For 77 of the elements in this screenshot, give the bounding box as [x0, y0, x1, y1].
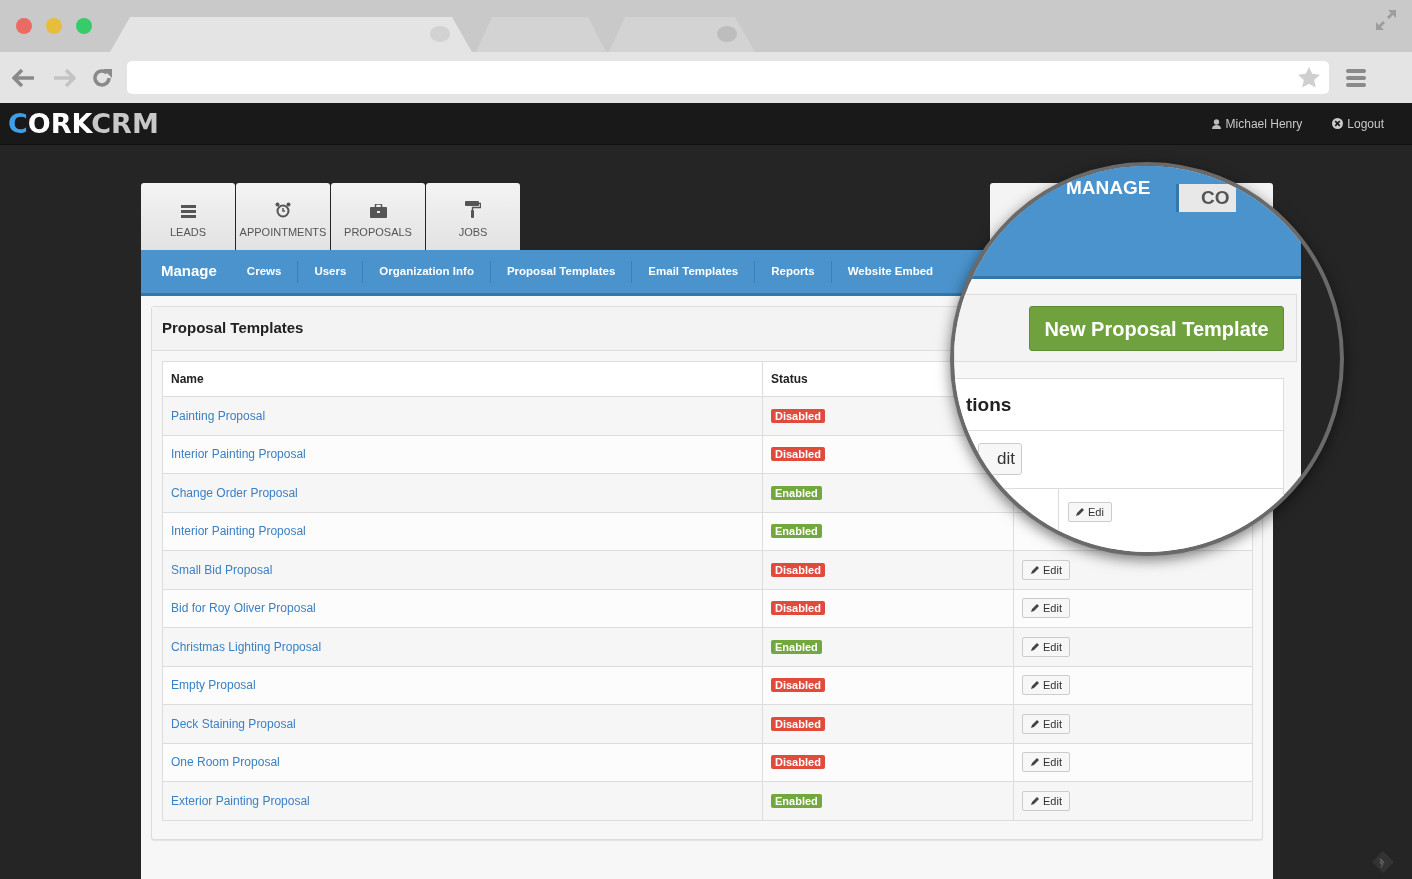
menu-icon[interactable] [1346, 68, 1366, 87]
logout-link[interactable]: Logout [1347, 114, 1384, 133]
template-link[interactable]: Small Bid Proposal [171, 562, 273, 577]
status-label: Enabled [771, 524, 822, 539]
app-tab[interactable]: APPOINTMENTS [236, 183, 330, 250]
subnav-title: Manage [161, 261, 217, 282]
subnav-link[interactable]: Website Embed [831, 262, 950, 281]
browser-tab[interactable] [110, 17, 472, 52]
template-link[interactable]: Interior Painting Proposal [171, 447, 306, 462]
edit-button[interactable]: Edit [1022, 559, 1070, 580]
briefcase-icon [369, 203, 387, 218]
browser-tab[interactable] [609, 17, 755, 52]
template-link[interactable]: Christmas Lighting Proposal [171, 639, 322, 654]
status-label: Disabled [771, 601, 825, 616]
pencil-icon [1030, 603, 1040, 614]
pencil-icon [1030, 680, 1040, 691]
edit-button[interactable]: dit [978, 443, 1022, 475]
edit-button[interactable]: Edi [1068, 502, 1112, 522]
subnav-link[interactable]: Reports [755, 262, 831, 281]
subnav-link[interactable]: Organization Info [363, 262, 490, 281]
template-link[interactable]: Change Order Proposal [171, 485, 298, 500]
app-tab[interactable]: PROPOSALS [331, 183, 425, 250]
close-circle-icon [1332, 118, 1344, 129]
browser-tab[interactable] [476, 17, 606, 52]
star-icon[interactable] [1298, 67, 1320, 88]
back-icon[interactable] [12, 67, 36, 88]
feedback-icon[interactable] [1371, 850, 1395, 874]
app-tab[interactable]: JOBS [426, 183, 520, 250]
new-template-button[interactable]: New Proposal Template [1029, 306, 1284, 351]
pencil-icon [1030, 795, 1040, 806]
list-icon [180, 204, 196, 218]
pencil-icon [1030, 757, 1040, 768]
user-icon [1211, 118, 1221, 129]
template-link[interactable]: Painting Proposal [171, 408, 266, 423]
status-label: Disabled [771, 562, 825, 577]
template-link[interactable]: Exterior Painting Proposal [171, 793, 310, 808]
user-link[interactable]: Michael Henry [1225, 114, 1303, 133]
close-window-icon[interactable] [16, 18, 32, 34]
app-tab[interactable]: LEADS [141, 183, 235, 250]
template-link[interactable]: Empty Proposal [171, 678, 256, 693]
template-link[interactable]: Interior Painting Proposal [171, 524, 306, 539]
status-label: Disabled [771, 678, 825, 693]
maximize-window-icon[interactable] [76, 18, 92, 34]
address-bar[interactable] [127, 61, 1329, 94]
alarm-clock-icon [275, 201, 291, 218]
edit-button[interactable]: Edit [1022, 636, 1070, 657]
edit-button[interactable]: Edit [1022, 713, 1070, 734]
status-label: Enabled [771, 793, 822, 808]
pencil-icon [1030, 718, 1040, 729]
edit-button[interactable]: Edit [1022, 752, 1070, 773]
edit-button[interactable]: Edit [1022, 675, 1070, 696]
forward-icon[interactable] [52, 67, 76, 88]
edit-button[interactable]: Edit [1022, 598, 1070, 619]
subnav-link[interactable]: Crews [230, 262, 298, 281]
panel-title: Proposal Templates [162, 318, 304, 339]
cork-crm-logo[interactable]: CORKCRM [8, 110, 159, 137]
template-link[interactable]: Bid for Roy Oliver Proposal [171, 601, 316, 616]
subnav-link[interactable]: Proposal Templates [490, 262, 632, 281]
status-label: Disabled [771, 408, 825, 423]
subnav-link[interactable]: Email Templates [632, 262, 755, 281]
column-header: Name [162, 361, 763, 397]
minimize-window-icon[interactable] [46, 18, 62, 34]
subnav-link[interactable]: Users [298, 262, 363, 281]
status-label: Disabled [771, 447, 825, 462]
pencil-icon [1030, 564, 1040, 575]
template-link[interactable]: One Room Proposal [171, 755, 280, 770]
template-link[interactable]: Deck Staining Proposal [171, 716, 296, 731]
status-label: Disabled [771, 716, 825, 731]
fullscreen-icon[interactable] [1375, 9, 1397, 31]
status-label: Disabled [771, 755, 825, 770]
pencil-icon [1075, 507, 1085, 517]
pencil-icon [1030, 641, 1040, 652]
edit-button[interactable]: Edit [1022, 790, 1070, 811]
paint-roller-icon [465, 200, 481, 218]
magnified-tab[interactable]: CO [1176, 184, 1236, 212]
status-label: Enabled [771, 485, 822, 500]
status-label: Enabled [771, 639, 822, 654]
